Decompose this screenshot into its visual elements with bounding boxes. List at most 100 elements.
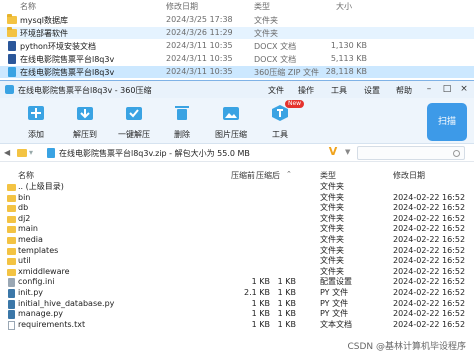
- archive-row[interactable]: manage.py 1 KB 1 KB PY 文件 2024-02-22 16:52: [0, 309, 474, 320]
- entry-name: xmiddleware: [18, 266, 70, 276]
- column-size[interactable]: 大小: [336, 1, 352, 12]
- add-button[interactable]: 添加: [8, 102, 64, 142]
- v-logo-icon[interactable]: V: [326, 145, 340, 159]
- entry-date: 2024-02-22 16:52: [393, 319, 466, 329]
- txt-icon: [8, 320, 15, 330]
- explorer-row[interactable]: python环境安装文档 2024/3/11 10:35 DOCX 文档 1,130 …: [0, 40, 474, 52]
- image-compress-button[interactable]: 图片压缩: [203, 102, 259, 142]
- tools-button[interactable]: New 工具: [252, 100, 308, 142]
- entry-date: 2024-02-22 16:52: [393, 224, 466, 234]
- add-icon: [28, 106, 44, 120]
- folder-icon: [17, 149, 27, 157]
- watermark: CSDN @基林计算机毕设程序: [347, 342, 466, 352]
- docx-icon: [8, 54, 16, 64]
- column-date[interactable]: 修改日期: [166, 1, 198, 12]
- column-type[interactable]: 类型: [254, 1, 270, 12]
- entry-type: 文件夹: [320, 224, 344, 234]
- zip-file-icon: [47, 148, 55, 158]
- entry-compressed-size: 2.1 KB: [244, 288, 270, 297]
- file-list: .. (上级目录) 文件夹 bin 文件夹 2024-02-22 16:52 db 文件夹 2…: [0, 182, 474, 356]
- py-icon: [8, 289, 15, 298]
- explorer-row[interactable]: 在线电影院售票平台l8q3v 2024/3/11 10:35 360压缩 ZIP 文…: [0, 66, 474, 78]
- back-arrow-icon[interactable]: ◀: [4, 148, 13, 157]
- archive-row[interactable]: init.py 2.1 KB 1 KB PY 文件 2024-02-22 16:52: [0, 288, 474, 299]
- folder-icon: [7, 184, 16, 191]
- column-name[interactable]: 名称: [20, 1, 36, 12]
- archive-row[interactable]: util 文件夹 2024-02-22 16:52: [0, 256, 474, 267]
- entry-name: bin: [18, 192, 31, 202]
- list-column-name[interactable]: 名称: [18, 170, 34, 181]
- archive-row[interactable]: bin 文件夹 2024-02-22 16:52: [0, 193, 474, 204]
- archive-row[interactable]: db 文件夹 2024-02-22 16:52: [0, 203, 474, 214]
- explorer-row[interactable]: 在线电影院售票平台l8q3v 2024/3/11 10:35 DOCX 文档 5,11…: [0, 53, 474, 65]
- entry-name: initial_hive_database.py: [18, 298, 115, 308]
- archive-row[interactable]: dj2 文件夹 2024-02-22 16:52: [0, 214, 474, 225]
- py-icon: [8, 310, 15, 320]
- file-name: python环境安装文档: [20, 42, 96, 51]
- file-type: 360压缩 ZIP 文件: [254, 68, 320, 77]
- entry-original-size: 1 KB: [277, 319, 296, 329]
- list-column-type[interactable]: 类型: [320, 170, 336, 181]
- archive-row[interactable]: initial_hive_database.py 1 KB 1 KB PY 文件 202…: [0, 299, 474, 310]
- entry-name: dj2: [18, 213, 31, 223]
- entry-original-size: 1 KB: [277, 288, 296, 297]
- file-name: 在线电影院售票平台l8q3v: [20, 55, 115, 64]
- entry-type: 文本文档: [320, 319, 352, 329]
- entry-type: 文件夹: [320, 245, 344, 255]
- menu-help[interactable]: 帮助: [396, 85, 412, 96]
- archive-row[interactable]: .. (上级目录) 文件夹: [0, 182, 474, 193]
- file-name: 在线电影院售票平台l8q3v: [20, 68, 115, 77]
- file-date: 2024/3/11 10:35: [166, 54, 233, 63]
- entry-compressed-size: 1 KB: [251, 309, 270, 319]
- entry-compressed-size: 1 KB: [251, 298, 270, 308]
- menu-settings[interactable]: 设置: [364, 85, 380, 96]
- entry-name: media: [18, 235, 43, 244]
- scan-button[interactable]: 扫描: [427, 103, 467, 141]
- list-column-original[interactable]: 压缩后: [256, 170, 280, 181]
- close-button[interactable]: ×: [457, 83, 471, 95]
- entry-type: 文件夹: [320, 266, 344, 276]
- entry-type: 配置设置: [320, 277, 352, 287]
- entry-type: 文件夹: [320, 235, 344, 244]
- list-column-date[interactable]: 修改日期: [393, 170, 425, 181]
- entry-original-size: 1 KB: [277, 298, 296, 308]
- menu-tools[interactable]: 工具: [331, 85, 347, 96]
- folder-icon: [7, 268, 16, 276]
- extract-to-label: 解压到: [73, 130, 97, 139]
- image-compress-icon: [223, 107, 239, 120]
- image-compress-label: 图片压缩: [215, 130, 247, 139]
- delete-icon: [175, 106, 189, 120]
- chevron-down-icon[interactable]: ▼: [345, 148, 350, 156]
- explorer-row[interactable]: 环境部署软件 2024/3/26 11:29 文件夹: [0, 27, 474, 39]
- archive-row[interactable]: config.ini 1 KB 1 KB 配置设置 2024-02-22 16:52: [0, 277, 474, 288]
- archive-row[interactable]: xmiddleware 文件夹 2024-02-22 16:52: [0, 267, 474, 278]
- explorer-column-header: 名称 修改日期 类型 大小: [0, 0, 474, 12]
- path-dropdown-icon[interactable]: ▾: [29, 148, 33, 157]
- menu-operation[interactable]: 操作: [298, 85, 314, 96]
- entry-name: db: [18, 203, 29, 213]
- folder-icon: [7, 247, 16, 255]
- delete-button[interactable]: 删除: [154, 102, 210, 142]
- list-column-compressed[interactable]: 压缩前: [231, 170, 255, 181]
- file-name: mysql数据库: [20, 16, 68, 25]
- menu-file[interactable]: 文件: [268, 85, 284, 96]
- folder-icon: [7, 14, 17, 24]
- archive-row[interactable]: requirements.txt 1 KB 1 KB 文本文档 2024-02-22 1…: [0, 320, 474, 331]
- folder-icon: [7, 237, 16, 244]
- file-type: DOCX 文档: [254, 55, 297, 64]
- archive-row[interactable]: media 文件夹 2024-02-22 16:52: [0, 235, 474, 246]
- maximize-button[interactable]: □: [440, 83, 454, 95]
- archive-row[interactable]: templates 文件夹 2024-02-22 16:52: [0, 246, 474, 257]
- sort-arrow-icon: ⌃: [286, 170, 292, 178]
- file-list-header: 名称 压缩前 压缩后 ⌃ 类型 修改日期: [0, 169, 474, 181]
- file-date: 2024/3/25 17:38: [166, 15, 233, 24]
- minimize-button[interactable]: –: [422, 83, 436, 95]
- extract-to-button[interactable]: 解压到: [57, 102, 113, 142]
- extract-to-icon: [77, 107, 93, 120]
- folder-icon: [7, 258, 16, 266]
- archive-row[interactable]: main 文件夹 2024-02-22 16:52: [0, 224, 474, 235]
- explorer-row[interactable]: mysql数据库 2024/3/25 17:38 文件夹: [0, 14, 474, 26]
- search-input[interactable]: [357, 146, 465, 160]
- entry-date: 2024-02-22 16:52: [393, 203, 466, 213]
- entry-date: 2024-02-22 16:52: [393, 298, 466, 308]
